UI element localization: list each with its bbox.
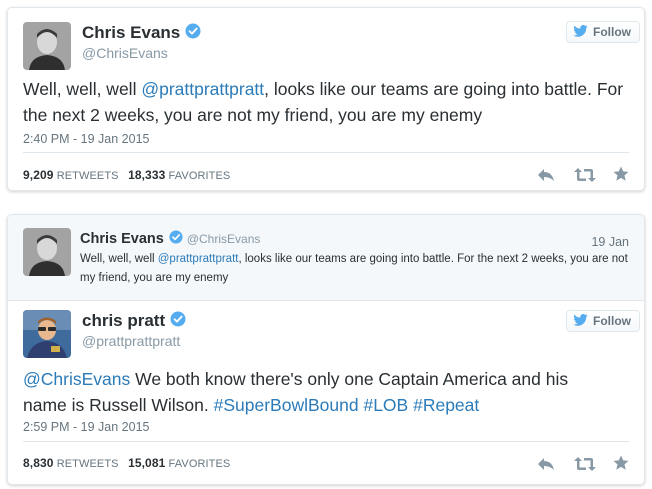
- follow-label: Follow: [593, 25, 631, 39]
- reply-icon[interactable]: [537, 167, 555, 188]
- hashtag-link[interactable]: #SuperBowlBound: [214, 395, 359, 415]
- star-icon[interactable]: [613, 166, 629, 187]
- tweet-text: @ChrisEvans We both know there's only on…: [23, 366, 603, 418]
- divider: [23, 152, 629, 153]
- tweet-timestamp[interactable]: 2:59 PM - 19 Jan 2015: [23, 420, 149, 434]
- tweet-text-part: Well, well, well: [23, 79, 142, 99]
- hashtag-link[interactable]: #Repeat: [413, 395, 479, 415]
- favorite-label[interactable]: FAVORITES: [169, 458, 231, 470]
- mention-link[interactable]: @ChrisEvans: [23, 369, 130, 389]
- verified-badge-icon: [170, 311, 186, 332]
- star-icon[interactable]: [613, 455, 629, 476]
- tweet-card-chris-pratt: Chris Evans @ChrisEvans 19 Jan Well, wel…: [7, 214, 645, 485]
- twitter-bird-icon: [573, 24, 588, 40]
- user-handle[interactable]: @ChrisEvans: [82, 45, 168, 61]
- retweet-label[interactable]: RETWEETS: [57, 170, 119, 182]
- tweet-card-chris-evans: Chris Evans @ChrisEvans Follow Well, wel…: [7, 7, 645, 191]
- quoted-tweet[interactable]: Chris Evans @ChrisEvans 19 Jan Well, wel…: [8, 215, 644, 301]
- follow-button[interactable]: Follow: [566, 21, 640, 43]
- mention-link[interactable]: @prattprattpratt: [158, 253, 239, 265]
- tweet-timestamp[interactable]: 2:40 PM - 19 Jan 2015: [23, 132, 149, 146]
- quoted-text-part: Well, well, well: [80, 253, 158, 265]
- tweet-stats: 8,830 RETWEETS 15,081 FAVORITES: [23, 456, 230, 470]
- favorite-label[interactable]: FAVORITES: [169, 170, 231, 182]
- quoted-user-name[interactable]: Chris Evans: [80, 231, 164, 247]
- avatar[interactable]: [23, 310, 71, 358]
- quoted-user-handle[interactable]: @ChrisEvans: [187, 232, 261, 246]
- retweet-label[interactable]: RETWEETS: [57, 458, 119, 470]
- retweet-icon[interactable]: [574, 456, 596, 477]
- tweet-stats: 9,209 RETWEETS 18,333 FAVORITES: [23, 168, 230, 182]
- verified-badge-icon: [169, 229, 183, 249]
- retweet-icon[interactable]: [574, 167, 596, 188]
- quoted-text: Well, well, well @prattprattpratt, looks…: [80, 250, 632, 288]
- hashtag-link[interactable]: #LOB: [363, 395, 408, 415]
- retweet-count[interactable]: 8,830: [23, 456, 54, 470]
- twitter-bird-icon: [573, 313, 588, 329]
- user-name[interactable]: Chris Evans: [82, 23, 180, 43]
- divider: [23, 441, 629, 442]
- retweet-count[interactable]: 9,209: [23, 168, 54, 182]
- follow-button[interactable]: Follow: [566, 310, 640, 332]
- user-name[interactable]: chris pratt: [82, 311, 165, 331]
- verified-badge-icon: [185, 23, 201, 44]
- user-handle[interactable]: @prattprattpratt: [82, 333, 180, 349]
- mention-link[interactable]: @prattprattpratt: [141, 79, 264, 99]
- avatar[interactable]: [23, 22, 71, 70]
- avatar[interactable]: [23, 228, 71, 276]
- tweet-text: Well, well, well @prattprattpratt, looks…: [23, 76, 635, 128]
- favorite-count[interactable]: 15,081: [128, 456, 165, 470]
- reply-icon[interactable]: [537, 456, 555, 477]
- follow-label: Follow: [593, 314, 631, 328]
- favorite-count[interactable]: 18,333: [128, 168, 165, 182]
- quoted-date[interactable]: 19 Jan: [591, 235, 629, 249]
